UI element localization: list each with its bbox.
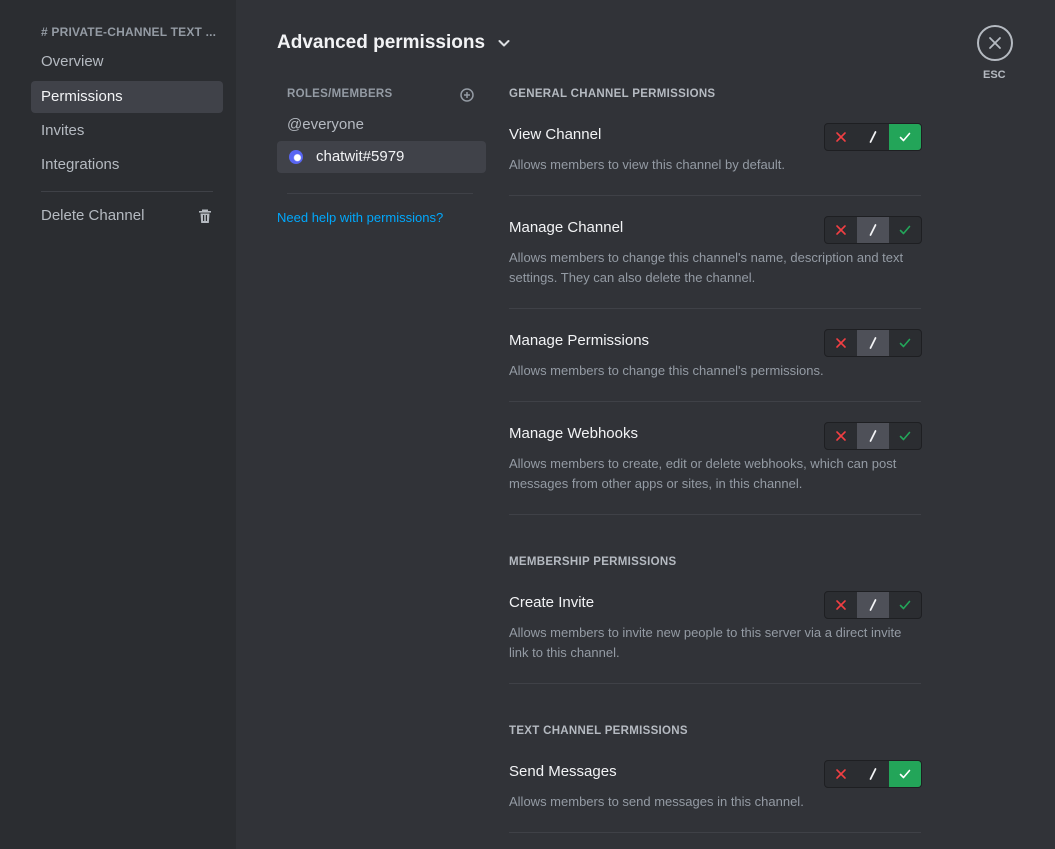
neutral-button[interactable] bbox=[857, 423, 889, 449]
slash-icon bbox=[869, 224, 877, 236]
allow-button[interactable] bbox=[889, 423, 921, 449]
perm-divider bbox=[509, 401, 921, 402]
channel-name-header: # PRIVATE-CHANNEL TEXT ... bbox=[41, 25, 217, 39]
role-label: @everyone bbox=[287, 116, 364, 133]
perm-divider bbox=[509, 832, 921, 833]
deny-button[interactable] bbox=[825, 217, 857, 243]
slash-icon bbox=[869, 131, 877, 143]
sidebar-item-integrations[interactable]: Integrations bbox=[31, 149, 223, 181]
advanced-permissions-toggle[interactable]: Advanced permissions bbox=[277, 32, 511, 54]
roles-members-header: ROLES/MEMBERS bbox=[287, 88, 393, 100]
close-button[interactable] bbox=[977, 25, 1013, 61]
deny-button[interactable] bbox=[825, 423, 857, 449]
perm-title-manage-channel: Manage Channel bbox=[509, 219, 624, 236]
perm-desc-manage-webhooks: Allows members to create, edit or delete… bbox=[509, 456, 897, 491]
perm-desc-manage-channel: Allows members to change this channel's … bbox=[509, 250, 904, 285]
perm-desc-send-messages: Allows members to send messages in this … bbox=[509, 794, 804, 809]
allow-button[interactable] bbox=[889, 124, 921, 150]
perm-divider bbox=[509, 514, 921, 515]
slash-icon bbox=[869, 430, 877, 442]
neutral-button[interactable] bbox=[857, 592, 889, 618]
section-header-text-channel: TEXT CHANNEL PERMISSIONS bbox=[509, 725, 688, 737]
perm-desc-create-invite: Allows members to invite new people to t… bbox=[509, 625, 902, 660]
trash-icon bbox=[199, 209, 211, 223]
deny-button[interactable] bbox=[825, 761, 857, 787]
x-icon bbox=[836, 431, 846, 441]
perm-title-send-messages: Send Messages bbox=[509, 763, 617, 780]
esc-label: ESC bbox=[983, 69, 1006, 81]
permission-toggle-manage-channel bbox=[824, 216, 922, 244]
x-icon bbox=[836, 769, 846, 779]
sidebar-divider bbox=[41, 191, 213, 192]
x-icon bbox=[836, 132, 846, 142]
sidebar-item-overview[interactable]: Overview bbox=[31, 46, 223, 78]
check-icon bbox=[899, 769, 911, 779]
section-header-membership: MEMBERSHIP PERMISSIONS bbox=[509, 556, 677, 568]
permission-toggle-view-channel bbox=[824, 123, 922, 151]
perm-title-manage-webhooks: Manage Webhooks bbox=[509, 425, 638, 442]
role-item-chatwit[interactable]: chatwit#5979 bbox=[277, 141, 486, 173]
perm-desc-view-channel: Allows members to view this channel by d… bbox=[509, 157, 786, 172]
perm-divider bbox=[509, 195, 921, 196]
neutral-button[interactable] bbox=[857, 124, 889, 150]
check-icon bbox=[899, 225, 911, 235]
allow-button[interactable] bbox=[889, 761, 921, 787]
delete-channel-button[interactable]: Delete Channel bbox=[31, 200, 223, 232]
check-icon bbox=[899, 132, 911, 142]
x-icon bbox=[836, 225, 846, 235]
close-icon bbox=[989, 37, 1001, 49]
sidebar-item-invites[interactable]: Invites bbox=[31, 115, 223, 147]
perm-desc-manage-permissions: Allows members to change this channel's … bbox=[509, 363, 824, 378]
sidebar-item-permissions[interactable]: Permissions bbox=[31, 81, 223, 113]
perm-title-view-channel: View Channel bbox=[509, 126, 602, 143]
delete-channel-label: Delete Channel bbox=[41, 207, 145, 224]
allow-button[interactable] bbox=[889, 330, 921, 356]
roles-divider bbox=[287, 193, 473, 194]
perm-divider bbox=[509, 683, 921, 684]
deny-button[interactable] bbox=[825, 330, 857, 356]
page-title: Advanced permissions bbox=[277, 32, 486, 53]
permission-toggle-manage-permissions bbox=[824, 329, 922, 357]
neutral-button[interactable] bbox=[857, 330, 889, 356]
perm-title-manage-permissions: Manage Permissions bbox=[509, 332, 650, 349]
allow-button[interactable] bbox=[889, 592, 921, 618]
slash-icon bbox=[869, 599, 877, 611]
deny-button[interactable] bbox=[825, 592, 857, 618]
check-icon bbox=[899, 600, 911, 610]
slash-icon bbox=[869, 337, 877, 349]
slash-icon bbox=[869, 768, 877, 780]
deny-button[interactable] bbox=[825, 124, 857, 150]
chevron-down-icon bbox=[498, 40, 510, 47]
role-item-everyone[interactable]: @everyone bbox=[277, 109, 486, 141]
check-icon bbox=[899, 338, 911, 348]
perm-title-create-invite: Create Invite bbox=[509, 594, 595, 611]
channel-settings-sidebar: # PRIVATE-CHANNEL TEXT ... Overview Perm… bbox=[0, 0, 236, 849]
permission-toggle-manage-webhooks bbox=[824, 422, 922, 450]
x-icon bbox=[836, 338, 846, 348]
neutral-button[interactable] bbox=[857, 761, 889, 787]
role-label: chatwit#5979 bbox=[316, 148, 405, 165]
add-circle-icon[interactable] bbox=[460, 88, 474, 102]
allow-button[interactable] bbox=[889, 217, 921, 243]
avatar bbox=[289, 150, 303, 164]
perm-divider bbox=[509, 308, 921, 309]
x-icon bbox=[836, 600, 846, 610]
check-icon bbox=[899, 431, 911, 441]
permissions-help-link[interactable]: Need help with permissions? bbox=[277, 210, 443, 225]
neutral-button[interactable] bbox=[857, 217, 889, 243]
permission-toggle-create-invite bbox=[824, 591, 922, 619]
permission-toggle-send-messages bbox=[824, 760, 922, 788]
section-header-general: GENERAL CHANNEL PERMISSIONS bbox=[509, 88, 716, 100]
